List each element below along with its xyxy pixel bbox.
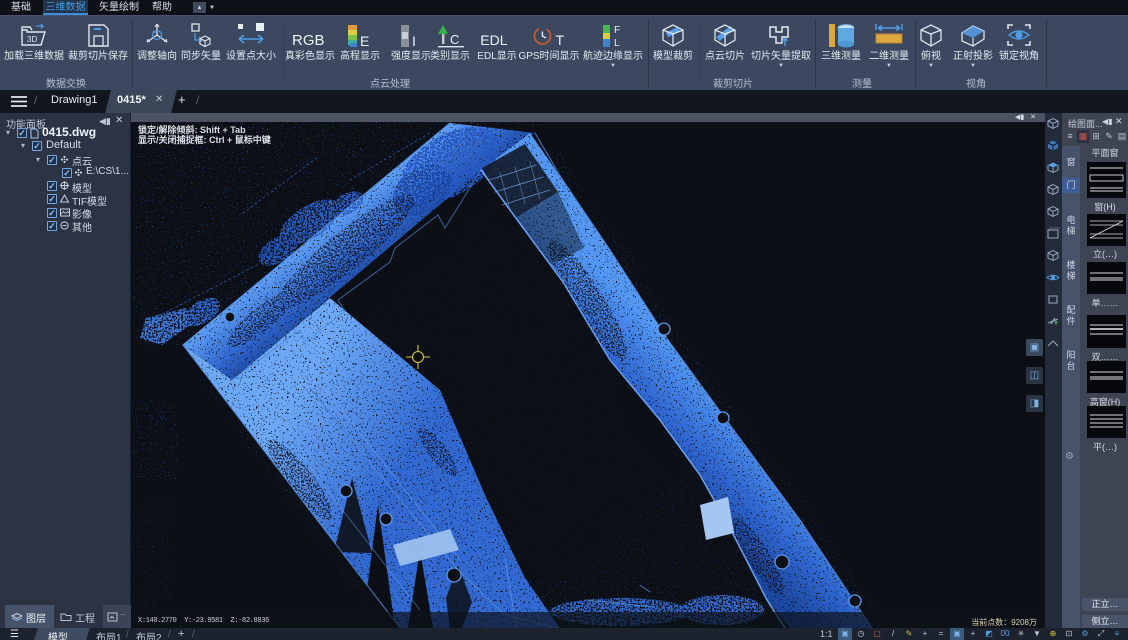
svg-text:EDL: EDL xyxy=(480,32,507,48)
svg-text:3D: 3D xyxy=(27,35,37,44)
svg-text:T: T xyxy=(555,32,564,48)
svg-text:RGB: RGB xyxy=(292,32,325,49)
svg-text:I: I xyxy=(412,33,416,49)
svg-text:L: L xyxy=(614,38,620,49)
svg-text:C: C xyxy=(450,32,459,47)
svg-text:F: F xyxy=(614,25,620,36)
svg-text:E: E xyxy=(360,33,369,49)
